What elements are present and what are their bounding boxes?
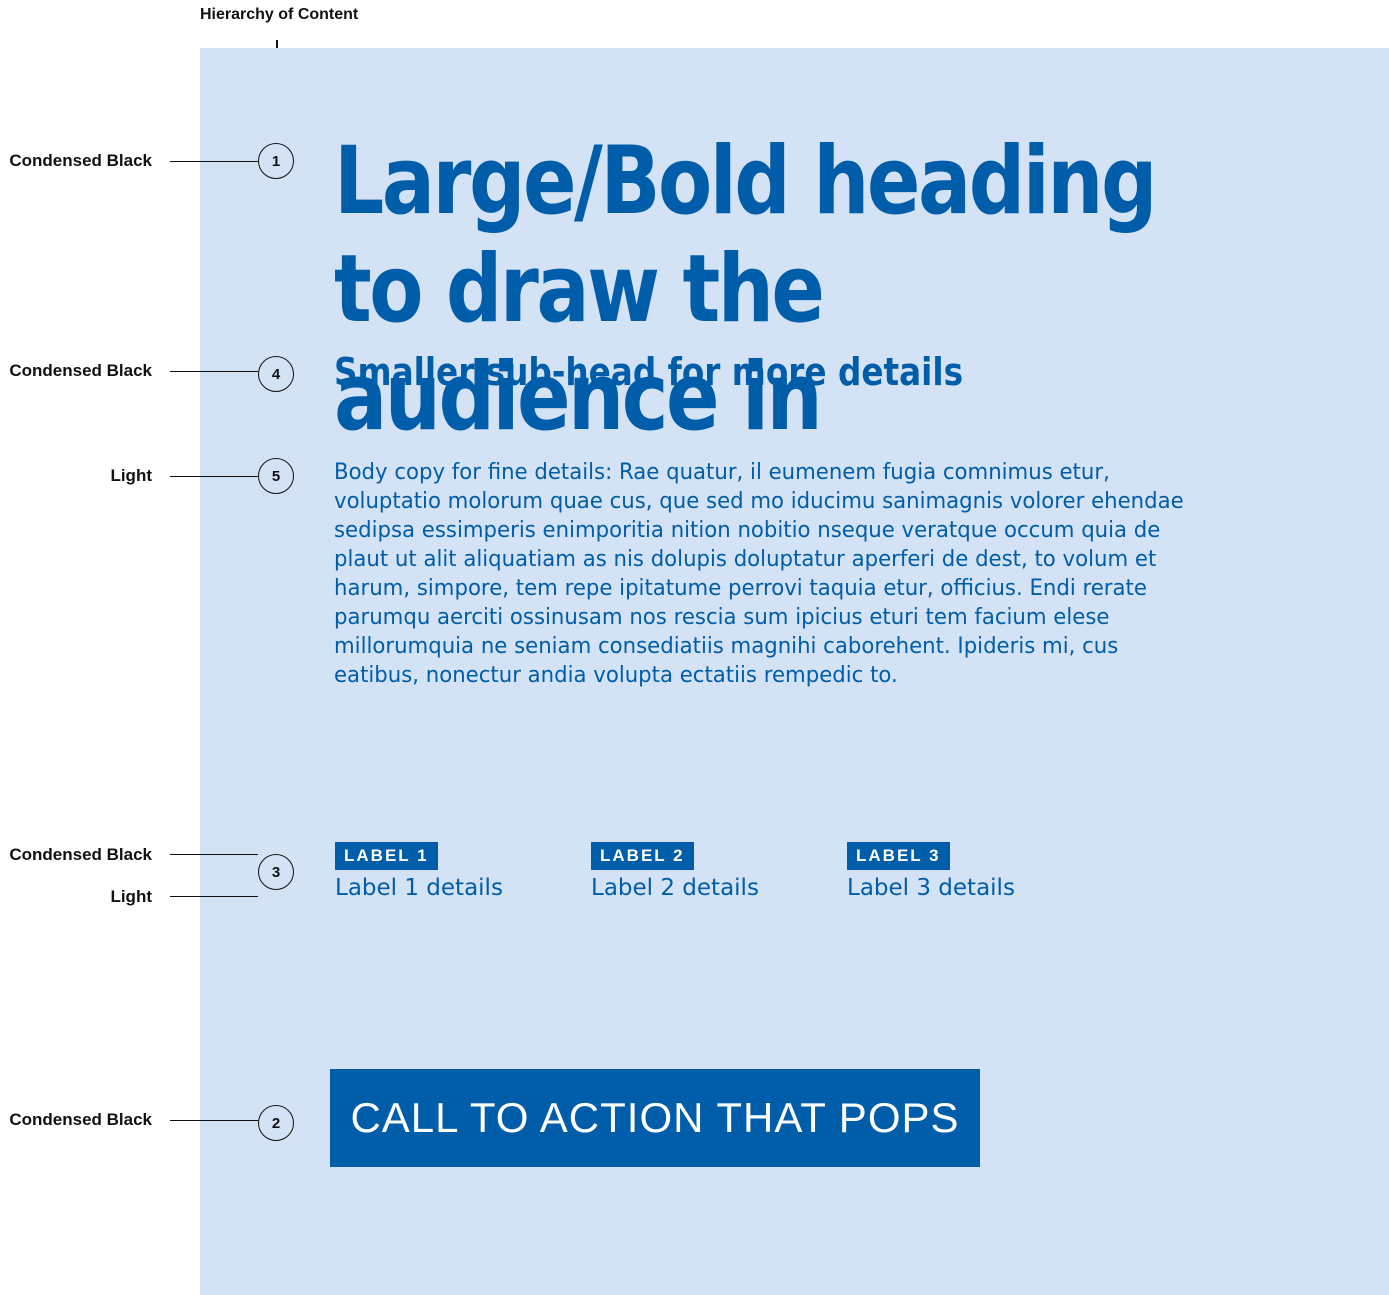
annotation-1-number-badge: 1 xyxy=(258,143,294,179)
annotation-3-number-badge: 3 xyxy=(258,854,294,890)
annotation-1-font-label: Condensed Black xyxy=(9,151,152,170)
annotation-4-font-label: Condensed Black xyxy=(9,361,152,380)
annotation-5-number-badge: 5 xyxy=(258,458,294,494)
sub-heading: Smaller sub-head for more details xyxy=(334,350,964,394)
annotation-5-font-label: Light xyxy=(110,466,152,485)
label-group-2: LABEL 2 Label 2 details xyxy=(591,842,759,901)
annotation-2-number-badge: 2 xyxy=(258,1105,294,1141)
label-group-1: LABEL 1 Label 1 details xyxy=(335,842,503,901)
annotation-3-font-label-top: Condensed Black xyxy=(9,845,152,864)
main-heading: Large/Bold heading to draw the audience … xyxy=(334,127,1157,452)
annotation-4-number-badge: 4 xyxy=(258,356,294,392)
annotation-1-leader-line xyxy=(170,161,258,162)
label-group-3: LABEL 3 Label 3 details xyxy=(847,842,1015,901)
label-tag-2: LABEL 2 xyxy=(591,842,694,870)
annotation-3-leader-line-top xyxy=(170,854,258,855)
body-copy: Body copy for fine details: Rae quatur, … xyxy=(334,460,1184,688)
label-detail-3: Label 3 details xyxy=(847,875,1015,901)
annotation-3-font-label-bottom: Light xyxy=(110,887,152,906)
label-tag-1: LABEL 1 xyxy=(335,842,438,870)
label-detail-2: Label 2 details xyxy=(591,875,759,901)
annotation-2-leader-line xyxy=(170,1120,258,1121)
diagram-title: Hierarchy of Content xyxy=(200,6,359,23)
annotation-5-leader-line xyxy=(170,476,258,477)
annotation-4-leader-line xyxy=(170,371,258,372)
label-detail-1: Label 1 details xyxy=(335,875,503,901)
annotation-2-font-label: Condensed Black xyxy=(9,1110,152,1129)
label-tag-3: LABEL 3 xyxy=(847,842,950,870)
annotation-3-leader-line-bottom xyxy=(170,896,258,897)
call-to-action-button[interactable]: CALL TO ACTION THAT POPS xyxy=(330,1069,980,1167)
